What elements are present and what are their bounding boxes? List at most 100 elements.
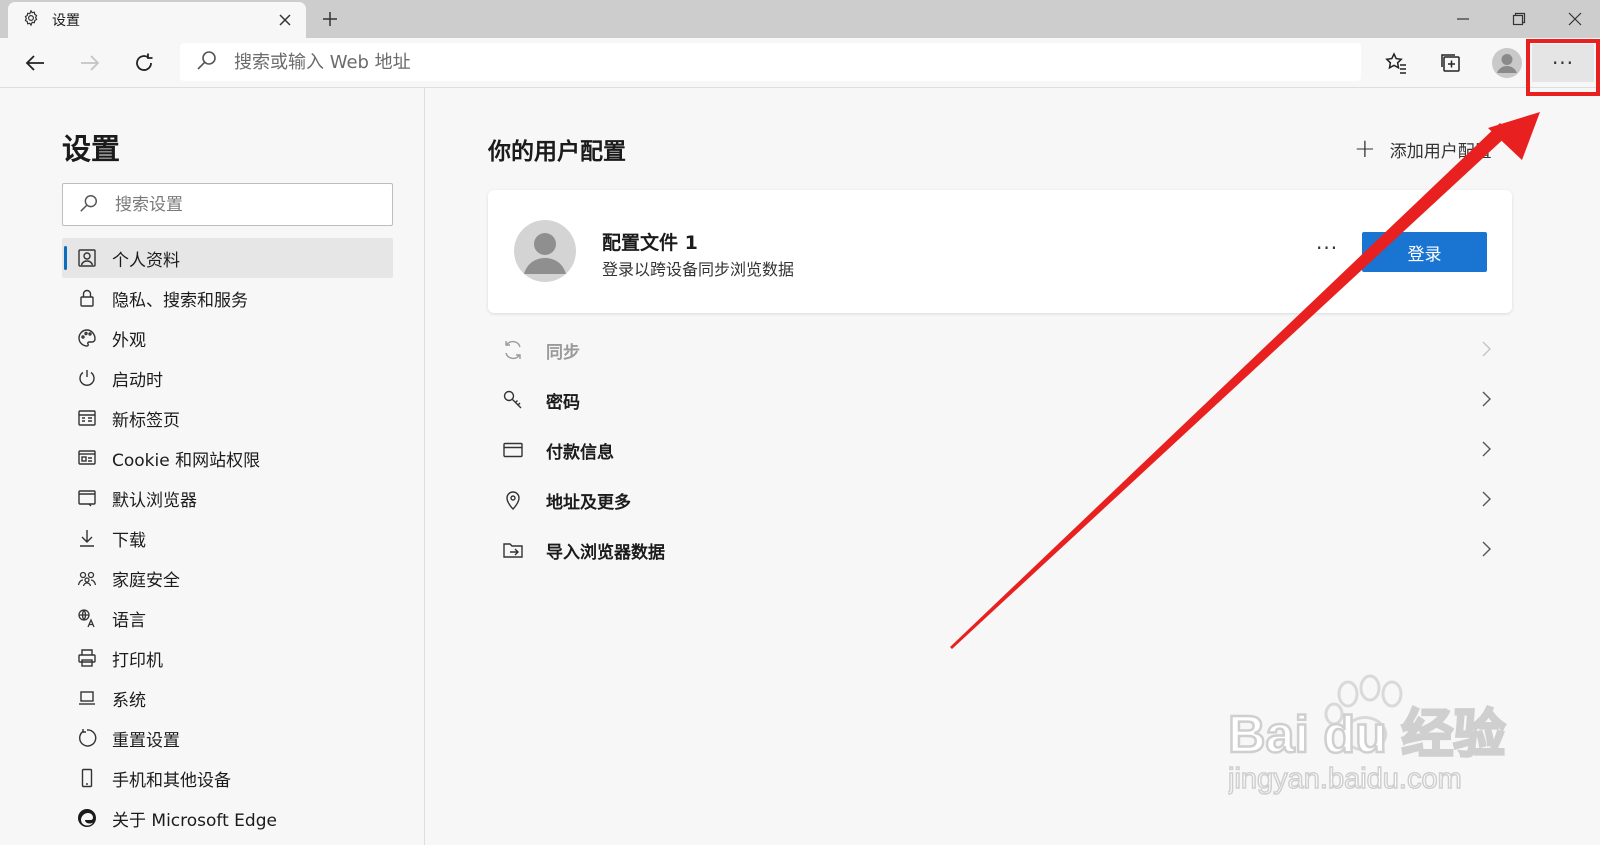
search-icon <box>79 193 99 217</box>
row-label: 同步 <box>546 342 580 363</box>
sidebar-item-new-tab[interactable]: 新标签页 <box>62 398 393 438</box>
sidebar-item-label: 关于 Microsoft Edge <box>112 810 277 831</box>
sidebar-item-profile[interactable]: 个人资料 <box>62 238 393 278</box>
family-icon <box>76 567 98 589</box>
sidebar-item-label: 新标签页 <box>112 410 180 431</box>
window-close-button[interactable] <box>1552 4 1598 34</box>
address-bar[interactable] <box>180 43 1361 81</box>
row-label: 地址及更多 <box>546 492 631 513</box>
phone-icon <box>76 767 98 789</box>
palette-icon <box>76 327 98 349</box>
sidebar-item-label: 手机和其他设备 <box>112 770 231 791</box>
key-icon <box>500 387 526 413</box>
sidebar-item-family[interactable]: 家庭安全 <box>62 558 393 598</box>
sidebar-item-label: Cookie 和网站权限 <box>112 450 261 471</box>
annotation-highlight-box <box>1526 39 1600 96</box>
tab-title: 设置 <box>52 13 80 29</box>
sidebar-item-label: 语言 <box>112 610 146 631</box>
collections-icon[interactable] <box>1433 45 1469 81</box>
tab-strip: 设置 <box>0 0 1600 38</box>
profile-card: 配置文件 1 登录以跨设备同步浏览数据 ··· 登录 <box>488 190 1512 313</box>
sidebar-item-system[interactable]: 系统 <box>62 678 393 718</box>
sidebar-nav: 个人资料 隐私、搜索和服务 外观 启动时 新标签页 Cookie 和网站权限 默… <box>62 238 393 838</box>
sidebar-item-cookies[interactable]: Cookie 和网站权限 <box>62 438 393 478</box>
edge-logo-icon <box>76 807 98 829</box>
sidebar-item-label: 重置设置 <box>112 730 180 751</box>
gear-icon <box>22 9 40 31</box>
sidebar-item-label: 启动时 <box>112 370 163 391</box>
close-icon[interactable] <box>274 9 296 31</box>
watermark-url: jingyan.baidu.com <box>1228 763 1462 795</box>
sidebar-item-label: 下载 <box>112 530 146 551</box>
tab-settings[interactable]: 设置 <box>8 2 306 38</box>
card-icon <box>500 437 526 463</box>
profile-settings-list: 同步 密码 付款信息 地址及更多 导入浏览器数据 <box>488 325 1512 575</box>
minimize-button[interactable] <box>1440 4 1486 34</box>
sidebar-item-label: 系统 <box>112 690 146 711</box>
row-label: 付款信息 <box>546 442 614 463</box>
chevron-right-icon <box>1480 339 1492 364</box>
restore-button[interactable] <box>1496 4 1542 34</box>
default-browser-icon <box>76 487 98 509</box>
sidebar-item-label: 个人资料 <box>112 250 180 271</box>
chevron-right-icon <box>1480 439 1492 464</box>
row-passwords[interactable]: 密码 <box>488 375 1512 425</box>
language-icon <box>76 607 98 629</box>
sidebar-item-reset[interactable]: 重置设置 <box>62 718 393 758</box>
forward-button[interactable] <box>72 45 108 81</box>
sync-icon <box>500 337 526 363</box>
download-icon <box>76 527 98 549</box>
settings-search-input[interactable] <box>113 193 373 216</box>
profile-icon <box>76 247 98 269</box>
settings-sidebar: 设置 个人资料 隐私、搜索和服务 外观 <box>0 88 425 845</box>
sidebar-title: 设置 <box>62 132 121 166</box>
refresh-button[interactable] <box>126 45 162 81</box>
chevron-right-icon <box>1480 489 1492 514</box>
sidebar-item-default-browser[interactable]: 默认浏览器 <box>62 478 393 518</box>
profile-subtitle: 登录以跨设备同步浏览数据 <box>602 260 795 279</box>
system-icon <box>76 687 98 709</box>
profile-more-button[interactable]: ··· <box>1316 236 1338 260</box>
favorites-icon[interactable] <box>1378 45 1414 81</box>
sidebar-item-label: 家庭安全 <box>112 570 180 591</box>
sidebar-item-appearance[interactable]: 外观 <box>62 318 393 358</box>
avatar[interactable] <box>1489 45 1525 81</box>
import-folder-icon <box>500 537 526 563</box>
new-tab-button[interactable] <box>318 7 342 31</box>
lock-icon <box>76 287 98 309</box>
sidebar-item-label: 打印机 <box>112 650 163 671</box>
row-payment[interactable]: 付款信息 <box>488 425 1512 475</box>
sidebar-item-label: 隐私、搜索和服务 <box>112 290 248 311</box>
watermark-brand: Bai du 经验 <box>1228 706 1505 764</box>
address-input[interactable] <box>232 50 1132 74</box>
reset-icon <box>76 727 98 749</box>
row-label: 密码 <box>546 392 580 413</box>
sidebar-item-printers[interactable]: 打印机 <box>62 638 393 678</box>
location-pin-icon <box>500 487 526 513</box>
row-addresses[interactable]: 地址及更多 <box>488 475 1512 525</box>
sidebar-item-label: 外观 <box>112 330 146 351</box>
row-label: 导入浏览器数据 <box>546 542 665 563</box>
sidebar-item-privacy[interactable]: 隐私、搜索和服务 <box>62 278 393 318</box>
new-tab-page-icon <box>76 407 98 429</box>
printer-icon <box>76 647 98 669</box>
sign-in-button[interactable]: 登录 <box>1362 232 1487 272</box>
sidebar-item-about[interactable]: 关于 Microsoft Edge <box>62 798 393 838</box>
page-title: 你的用户配置 <box>488 139 626 165</box>
sidebar-item-phone[interactable]: 手机和其他设备 <box>62 758 393 798</box>
sidebar-item-languages[interactable]: 语言 <box>62 598 393 638</box>
plus-icon: + <box>1354 134 1376 164</box>
power-icon <box>76 367 98 389</box>
row-import[interactable]: 导入浏览器数据 <box>488 525 1512 575</box>
add-profile-label: 添加用户配置 <box>1389 141 1492 162</box>
sidebar-item-downloads[interactable]: 下载 <box>62 518 393 558</box>
profile-name: 配置文件 1 <box>602 232 698 254</box>
back-button[interactable] <box>17 45 53 81</box>
site-permissions-icon <box>76 447 98 469</box>
add-profile-button[interactable]: + 添加用户配置 <box>1354 136 1492 162</box>
row-sync[interactable]: 同步 <box>488 325 1512 375</box>
settings-search-box[interactable] <box>62 183 393 226</box>
sidebar-item-startup[interactable]: 启动时 <box>62 358 393 398</box>
profile-avatar <box>514 220 576 282</box>
chevron-right-icon <box>1480 539 1492 564</box>
